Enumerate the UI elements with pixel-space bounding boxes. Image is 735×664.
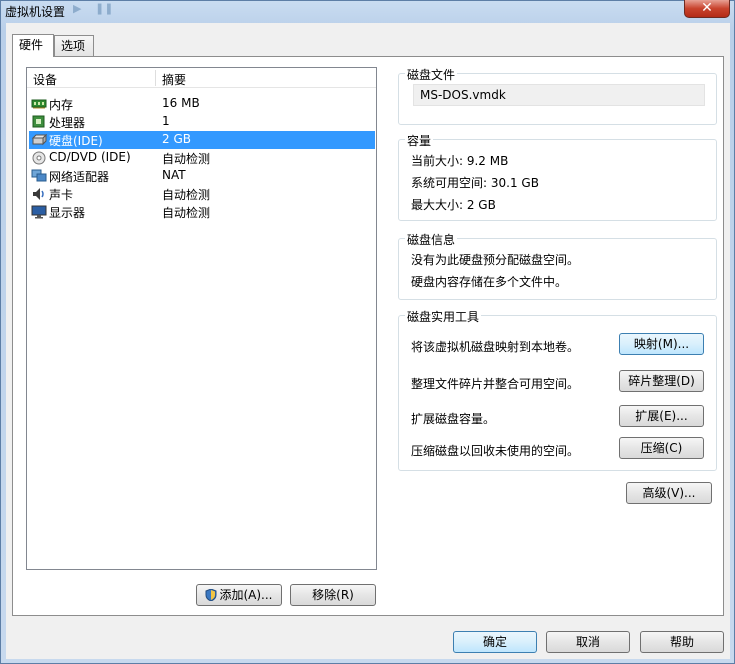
disk-info-group: 磁盘信息 没有为此硬盘预分配磁盘空间。 硬盘内容存储在多个文件中。 bbox=[398, 231, 717, 300]
device-row-display[interactable]: 显示器 自动检测 bbox=[29, 203, 375, 221]
device-summary: 自动检测 bbox=[162, 152, 211, 166]
device-name: CD/DVD (IDE) bbox=[49, 150, 131, 164]
pause-icon: ❚❚ bbox=[95, 2, 114, 15]
device-name: 硬盘(IDE) bbox=[49, 134, 103, 148]
hardware-panel: 设备 摘要 内存 16 MB 处理器 1 硬盘(IDE) 2 GB CD/DVD… bbox=[12, 56, 724, 616]
device-list-header: 设备 摘要 bbox=[27, 68, 376, 88]
device-summary: 16 MB bbox=[162, 96, 200, 110]
disk-utilities-group-title: 磁盘实用工具 bbox=[405, 308, 482, 325]
help-button[interactable]: 帮助 bbox=[640, 631, 724, 653]
capacity-group-title: 容量 bbox=[405, 132, 434, 149]
play-icon: ▶ bbox=[73, 2, 82, 15]
device-name: 显示器 bbox=[49, 206, 86, 220]
compact-description: 压缩磁盘以回收未使用的空间。 bbox=[411, 444, 580, 458]
column-header-device[interactable]: 设备 bbox=[33, 71, 57, 88]
device-row-cd-dvd[interactable]: CD/DVD (IDE) 自动检测 bbox=[29, 149, 375, 167]
advanced-button[interactable]: 高级(V)... bbox=[626, 482, 712, 504]
title-bar[interactable]: 虚拟机设置 ▶ ❚❚ ✕ bbox=[1, 0, 734, 21]
column-separator[interactable] bbox=[155, 70, 156, 86]
add-device-button[interactable]: 添加(A)... bbox=[196, 584, 282, 606]
tab-options[interactable]: 选项 bbox=[54, 35, 94, 57]
device-summary: 2 GB bbox=[162, 132, 191, 146]
device-name: 处理器 bbox=[49, 116, 86, 130]
device-summary: NAT bbox=[162, 168, 186, 182]
free-space-text: 系统可用空间: 30.1 GB bbox=[411, 176, 539, 190]
device-row-processor[interactable]: 处理器 1 bbox=[29, 113, 375, 131]
device-summary: 自动检测 bbox=[162, 188, 211, 202]
disk-file-group: 磁盘文件 MS-DOS.vmdk bbox=[398, 66, 717, 125]
window-title: 虚拟机设置 bbox=[5, 5, 66, 19]
device-row-sound-card[interactable]: 声卡 自动检测 bbox=[29, 185, 375, 203]
vm-settings-window: 虚拟机设置 ▶ ❚❚ ✕ 硬件 选项 设备 摘要 内存 16 MB 处理器 1 … bbox=[0, 0, 735, 664]
device-row-hard-disk[interactable]: 硬盘(IDE) 2 GB bbox=[29, 131, 375, 149]
memory-icon bbox=[31, 97, 47, 111]
display-icon bbox=[31, 205, 47, 219]
disk-info-group-title: 磁盘信息 bbox=[405, 231, 458, 248]
close-button[interactable]: ✕ bbox=[684, 0, 730, 18]
device-name: 内存 bbox=[49, 98, 74, 112]
disk-file-group-title: 磁盘文件 bbox=[405, 66, 458, 83]
cancel-button[interactable]: 取消 bbox=[546, 631, 630, 653]
shield-icon bbox=[205, 587, 217, 602]
defragment-button[interactable]: 碎片整理(D) bbox=[619, 370, 704, 392]
processor-icon bbox=[31, 115, 47, 129]
device-row-network-adapter[interactable]: 网络适配器 NAT bbox=[29, 167, 375, 185]
column-header-summary[interactable]: 摘要 bbox=[162, 71, 186, 88]
disk-info-line-2: 硬盘内容存储在多个文件中。 bbox=[411, 275, 568, 289]
device-name: 声卡 bbox=[49, 188, 74, 202]
device-row-memory[interactable]: 内存 16 MB bbox=[29, 95, 375, 113]
sound-card-icon bbox=[31, 187, 47, 201]
remove-device-button[interactable]: 移除(R) bbox=[290, 584, 376, 606]
expand-description: 扩展磁盘容量。 bbox=[411, 412, 496, 426]
cd-dvd-icon bbox=[31, 151, 47, 165]
tab-hardware[interactable]: 硬件 bbox=[12, 34, 54, 57]
hard-disk-icon bbox=[31, 133, 47, 147]
map-description: 将该虚拟机磁盘映射到本地卷。 bbox=[411, 340, 580, 354]
dialog-client-area: 硬件 选项 设备 摘要 内存 16 MB 处理器 1 硬盘(IDE) 2 GB … bbox=[6, 23, 730, 659]
network-adapter-icon bbox=[31, 169, 47, 183]
disk-utilities-group: 磁盘实用工具 将该虚拟机磁盘映射到本地卷。 映射(M)... 整理文件碎片并整合… bbox=[398, 308, 717, 471]
device-name: 网络适配器 bbox=[49, 170, 110, 184]
device-summary: 自动检测 bbox=[162, 206, 211, 220]
ok-button[interactable]: 确定 bbox=[453, 631, 537, 653]
defrag-description: 整理文件碎片并整合可用空间。 bbox=[411, 377, 580, 391]
disk-info-line-1: 没有为此硬盘预分配磁盘空间。 bbox=[411, 253, 580, 267]
current-size-text: 当前大小: 9.2 MB bbox=[411, 154, 509, 168]
device-list[interactable]: 设备 摘要 内存 16 MB 处理器 1 硬盘(IDE) 2 GB CD/DVD… bbox=[26, 67, 377, 570]
capacity-group: 容量 当前大小: 9.2 MB 系统可用空间: 30.1 GB 最大大小: 2 … bbox=[398, 132, 717, 221]
max-size-text: 最大大小: 2 GB bbox=[411, 198, 496, 212]
device-summary: 1 bbox=[162, 114, 170, 128]
add-device-label: 添加(A)... bbox=[219, 588, 273, 602]
expand-button[interactable]: 扩展(E)... bbox=[619, 405, 704, 427]
map-button[interactable]: 映射(M)... bbox=[619, 333, 704, 355]
compact-button[interactable]: 压缩(C) bbox=[619, 437, 704, 459]
disk-file-field[interactable]: MS-DOS.vmdk bbox=[413, 84, 705, 106]
